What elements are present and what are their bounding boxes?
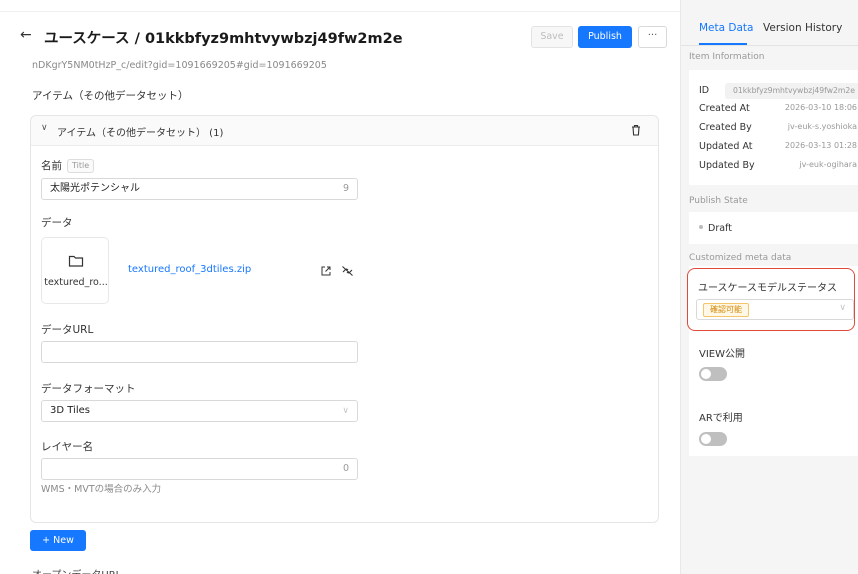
- format-select-value: 3D Tiles: [50, 405, 90, 416]
- save-button[interactable]: Save: [531, 26, 573, 48]
- file-link[interactable]: textured_roof_3dtiles.zip: [128, 264, 251, 275]
- main-content: ← ユースケース / 01kkbfyz9mhtvywbzj49fw2m2e Sa…: [0, 0, 680, 574]
- status-dot-icon: [699, 225, 703, 229]
- info-value: jv-euk-s.yoshioka: [787, 122, 857, 131]
- folder-icon: [68, 255, 84, 267]
- name-input[interactable]: 太陽光ポテンシャル 9: [41, 178, 358, 200]
- unlink-icon[interactable]: [341, 265, 354, 277]
- page-title: ユースケース / 01kkbfyz9mhtvywbzj49fw2m2e: [44, 31, 403, 47]
- info-label: ID: [699, 85, 710, 96]
- sidebar-tabs: Meta Data Version History: [681, 0, 858, 46]
- ar-use-toggle[interactable]: [699, 432, 727, 446]
- info-row-created-by: Created By jv-euk-s.yoshioka: [699, 122, 858, 133]
- active-tab-indicator: [699, 43, 747, 45]
- layer-help-text: WMS・MVTの場合のみ入力: [41, 484, 162, 495]
- top-divider: [0, 11, 680, 12]
- status-tag: 確認可能: [703, 303, 749, 317]
- info-row-updated-at: Updated At 2026-03-13 01:28: [699, 141, 858, 152]
- file-tile[interactable]: textured_ro...: [41, 237, 109, 304]
- toggle-knob: [701, 434, 711, 444]
- ar-use-label: ARで利用: [699, 413, 743, 424]
- previous-field-url-fragment: nDKgrY5NM0tHzP_c/edit?gid=1091669205#gid…: [32, 60, 327, 71]
- info-label: Created At: [699, 103, 750, 114]
- layer-label: レイヤー名: [41, 441, 94, 453]
- title-tag: Title: [67, 159, 95, 173]
- card-title: アイテム（その他データセット） (1): [57, 128, 224, 139]
- chevron-down-icon: ∨: [839, 303, 846, 313]
- publish-button[interactable]: Publish: [578, 26, 632, 48]
- meta-sidebar: Meta Data Version History Item Informati…: [680, 0, 858, 574]
- data-url-input[interactable]: [41, 341, 358, 363]
- trash-icon[interactable]: [629, 123, 643, 137]
- tab-meta-data[interactable]: Meta Data: [699, 22, 753, 34]
- info-value: jv-euk-ogihara: [799, 160, 857, 169]
- external-link-icon[interactable]: [320, 265, 332, 277]
- info-label: Updated By: [699, 160, 755, 171]
- view-public-label: VIEW公開: [699, 349, 745, 360]
- more-options-button[interactable]: ···: [638, 26, 667, 48]
- toggle-knob: [701, 369, 711, 379]
- usecase-status-label: ユースケースモデルステータス: [698, 283, 837, 294]
- item-information-heading: Item Information: [689, 52, 765, 62]
- layer-char-count: 0: [342, 463, 349, 474]
- publish-state-heading: Publish State: [689, 196, 748, 206]
- dataset-item-card: ∨ アイテム（その他データセット） (1) 名前 Title 太陽光ポテンシャル …: [30, 115, 659, 523]
- section-label: アイテム（その他データセット）: [32, 90, 189, 102]
- info-label: Updated At: [699, 141, 753, 152]
- status-field-highlight: ユースケースモデルステータス 確認可能 ∨: [687, 268, 855, 331]
- info-row-updated-by: Updated By jv-euk-ogihara: [699, 160, 858, 171]
- page-header: ← ユースケース / 01kkbfyz9mhtvywbzj49fw2m2e Sa…: [0, 22, 680, 52]
- info-row-created-at: Created At 2026-03-10 18:06: [699, 103, 858, 114]
- tab-version-history[interactable]: Version History: [763, 22, 842, 34]
- name-field-label: 名前 Title: [41, 158, 95, 173]
- name-input-value: 太陽光ポテンシャル: [50, 183, 140, 194]
- info-value: 2026-03-10 18:06: [784, 103, 857, 112]
- customized-meta-heading: Customized meta data: [689, 253, 792, 263]
- id-value: 01kkbfyz9mhtvywbzj49fw2m2e: [725, 83, 858, 99]
- usecase-status-select[interactable]: 確認可能 ∨: [696, 299, 854, 320]
- next-field-label: オープンデータURL: [32, 566, 121, 574]
- name-char-count: 9: [342, 183, 349, 194]
- data-url-label: データURL: [41, 324, 94, 336]
- card-header[interactable]: ∨ アイテム（その他データセット） (1): [31, 116, 658, 146]
- info-label: Created By: [699, 122, 752, 133]
- format-select[interactable]: 3D Tiles ∨: [41, 400, 358, 422]
- name-label-text: 名前: [41, 160, 62, 172]
- chevron-down-icon: ∨: [342, 406, 349, 416]
- publish-state-text: Draft: [708, 223, 732, 234]
- publish-state-value: Draft: [699, 223, 858, 234]
- view-public-toggle[interactable]: [699, 367, 727, 381]
- layer-input[interactable]: 0: [41, 458, 358, 480]
- data-field-label: データ: [41, 217, 73, 229]
- chevron-down-icon[interactable]: ∨: [41, 123, 48, 133]
- format-label: データフォーマット: [41, 383, 136, 395]
- add-new-button[interactable]: + New: [30, 530, 86, 551]
- info-row-id: ID 01kkbfyz9mhtvywbzj49fw2m2e: [699, 83, 858, 99]
- info-value: 2026-03-13 01:28: [784, 141, 857, 150]
- file-tile-name: textured_ro...: [44, 277, 108, 288]
- publish-state-panel: Draft: [689, 212, 858, 244]
- item-information-panel: ID 01kkbfyz9mhtvywbzj49fw2m2e Created At…: [689, 70, 858, 185]
- arrow-left-icon[interactable]: ←: [20, 27, 32, 43]
